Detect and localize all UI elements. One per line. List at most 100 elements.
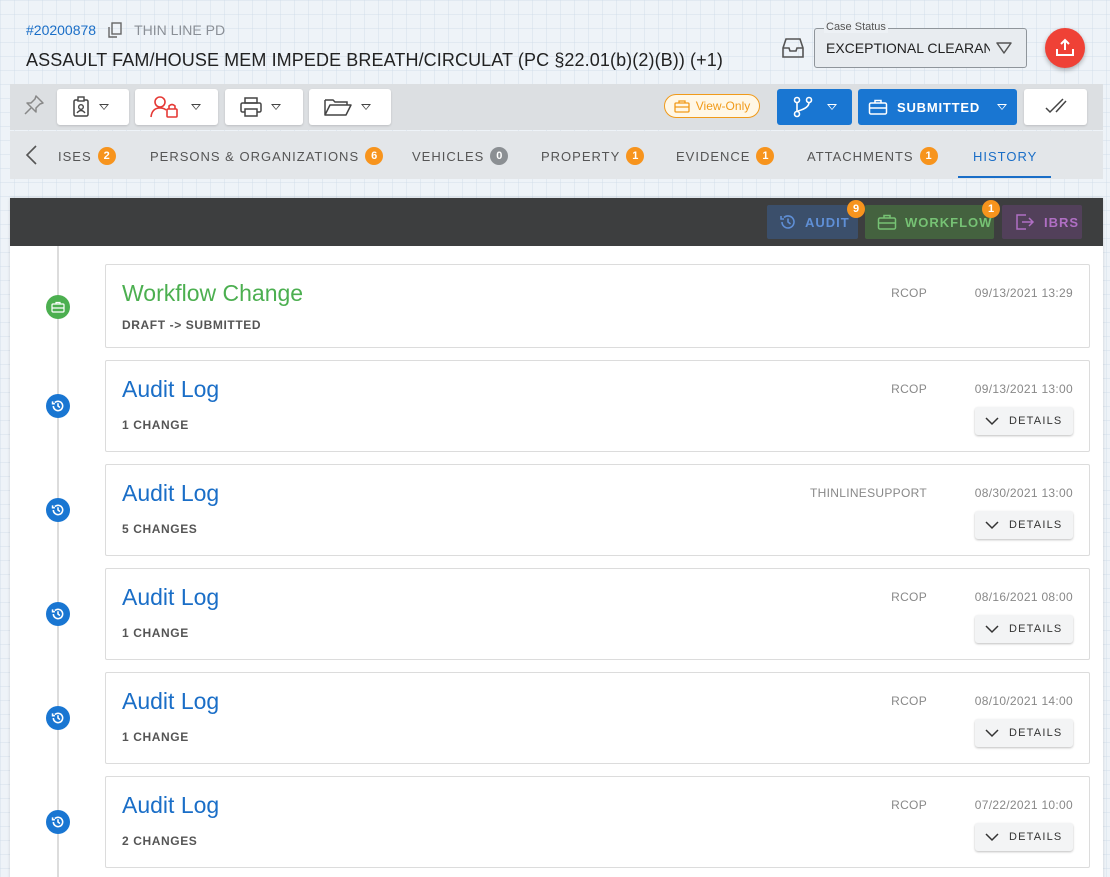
- details-label: DETAILS: [1009, 415, 1063, 427]
- details-label: DETAILS: [1009, 623, 1063, 635]
- entry-timestamp: 09/13/2021 13:29: [974, 286, 1073, 300]
- workflow-count-badge: 1: [982, 200, 1000, 218]
- history-entry-card: Audit Log RCOP 07/22/2021 10:00 2 CHANGE…: [105, 776, 1090, 868]
- active-tab-indicator: [958, 176, 1051, 178]
- folder-menu-button[interactable]: [309, 89, 391, 125]
- ibrs-filter-button[interactable]: IBRS: [1002, 205, 1082, 239]
- entry-timestamp: 08/10/2021 14:00: [974, 694, 1073, 708]
- tab-count-badge: 1: [626, 147, 645, 165]
- chevron-down-icon: [191, 104, 201, 110]
- audit-count-badge: 9: [847, 200, 865, 218]
- upload-icon: [1056, 38, 1074, 56]
- audit-event-marker: [46, 810, 70, 834]
- chevron-down-icon: [827, 104, 837, 110]
- details-button[interactable]: DETAILS: [975, 719, 1073, 747]
- approve-button[interactable]: [1024, 89, 1087, 125]
- audit-event-marker: [46, 394, 70, 418]
- submitted-status-button[interactable]: SUBMITTED: [858, 89, 1017, 125]
- tab-property[interactable]: PROPERTY 1: [541, 146, 645, 166]
- double-check-icon: [1044, 98, 1067, 114]
- tab-count-badge: 1: [756, 147, 775, 165]
- case-status-label: Case Status: [824, 21, 888, 33]
- case-number-link[interactable]: #20200878: [26, 22, 96, 38]
- page-title: ASSAULT FAM/HOUSE MEM IMPEDE BREATH/CIRC…: [26, 50, 723, 70]
- entry-timestamp: 08/16/2021 08:00: [974, 590, 1073, 604]
- tab-evidence[interactable]: EVIDENCE 1: [676, 146, 775, 166]
- restricted-person-button[interactable]: [135, 89, 218, 125]
- briefcase-icon: [877, 214, 897, 230]
- details-label: DETAILS: [1009, 519, 1063, 531]
- tab-count-badge: 1: [919, 147, 938, 165]
- entry-timestamp: 08/30/2021 13:00: [974, 486, 1073, 500]
- history-icon: [51, 400, 64, 412]
- chevron-down-icon: [985, 417, 999, 426]
- entry-timestamp: 07/22/2021 10:00: [974, 798, 1073, 812]
- details-button[interactable]: DETAILS: [975, 823, 1073, 851]
- agency-name: THIN LINE PD: [134, 22, 226, 38]
- details-label: DETAILS: [1009, 831, 1063, 843]
- tab-vehicles[interactable]: VEHICLES 0: [412, 146, 509, 166]
- printer-icon: [240, 97, 262, 117]
- tab-label: PROPERTY: [541, 148, 621, 164]
- inbox-icon[interactable]: [780, 36, 806, 60]
- entry-user: RCOP: [891, 798, 927, 812]
- workflow-event-marker: [46, 295, 70, 319]
- history-icon: [51, 712, 64, 724]
- tab-label: HISTORY: [973, 148, 1038, 164]
- git-branch-icon: [793, 96, 813, 118]
- entry-title: Audit Log: [122, 688, 220, 714]
- chevron-down-icon: [985, 833, 999, 842]
- ibrs-filter-label: IBRS: [1044, 214, 1080, 230]
- entry-summary: 1 CHANGE: [122, 730, 189, 744]
- history-entry-card: Workflow Change RCOP 09/13/2021 13:29 DR…: [105, 264, 1090, 348]
- case-toolbar: View-Only SUBMITTED: [10, 84, 1103, 130]
- tab-persons-organizations[interactable]: PERSONS & ORGANIZATIONS 6: [150, 146, 384, 166]
- audit-event-marker: [46, 706, 70, 730]
- details-button[interactable]: DETAILS: [975, 407, 1073, 435]
- entry-summary: 2 CHANGES: [122, 834, 198, 848]
- details-button[interactable]: DETAILS: [975, 615, 1073, 643]
- view-only-badge: View-Only: [664, 94, 760, 118]
- workflow-branch-button[interactable]: [777, 89, 852, 125]
- tab-history[interactable]: HISTORY: [973, 146, 1037, 166]
- details-button[interactable]: DETAILS: [975, 511, 1073, 539]
- history-icon: [780, 215, 795, 229]
- tab-label: ISES: [58, 148, 92, 164]
- upload-button[interactable]: [1045, 28, 1085, 68]
- pin-icon[interactable]: [22, 93, 46, 117]
- tab-offenses[interactable]: ISES 2: [58, 146, 116, 166]
- briefcase-icon: [868, 99, 888, 115]
- workflow-filter-label: WORKFLOW: [905, 214, 993, 230]
- history-icon: [51, 608, 64, 620]
- history-entry-card: Audit Log RCOP 08/16/2021 08:00 1 CHANGE…: [105, 568, 1090, 660]
- chevron-down-icon: [271, 104, 281, 110]
- entry-title: Audit Log: [122, 792, 220, 818]
- tab-count-badge: 6: [365, 147, 384, 165]
- user-lock-icon: [150, 96, 178, 118]
- case-status-select[interactable]: Case Status EXCEPTIONAL CLEARANCE: [814, 21, 1027, 68]
- entry-title: Audit Log: [122, 480, 220, 506]
- print-menu-button[interactable]: [225, 89, 303, 125]
- entry-title: Audit Log: [122, 584, 220, 610]
- audit-event-marker: [46, 498, 70, 522]
- timeline-line: [57, 246, 59, 877]
- tab-count-badge: 0: [490, 147, 509, 165]
- folder-open-icon: [324, 99, 352, 116]
- chevron-down-icon: [985, 729, 999, 738]
- chevron-down-icon: [985, 521, 999, 530]
- audit-event-marker: [46, 602, 70, 626]
- person-menu-button[interactable]: [57, 89, 129, 125]
- tab-label: PERSONS & ORGANIZATIONS: [150, 148, 360, 164]
- tab-attachments[interactable]: ATTACHMENTS 1: [807, 146, 938, 166]
- export-icon: [1016, 214, 1035, 230]
- history-entry-card: Audit Log RCOP 09/13/2021 13:00 1 CHANGE…: [105, 360, 1090, 452]
- workflow-filter-button[interactable]: WORKFLOW 1: [865, 200, 1000, 239]
- chevron-down-icon: [997, 104, 1008, 110]
- case-header-line: #20200878 THIN LINE PD: [26, 20, 225, 40]
- history-entry-card: Audit Log THINLINESUPPORT 08/30/2021 13:…: [105, 464, 1090, 556]
- audit-filter-button[interactable]: AUDIT 9: [767, 200, 865, 239]
- chevron-left-icon[interactable]: [24, 144, 40, 166]
- entry-summary: 5 CHANGES: [122, 522, 198, 536]
- copy-icon[interactable]: [106, 21, 124, 39]
- briefcase-icon: [674, 100, 690, 113]
